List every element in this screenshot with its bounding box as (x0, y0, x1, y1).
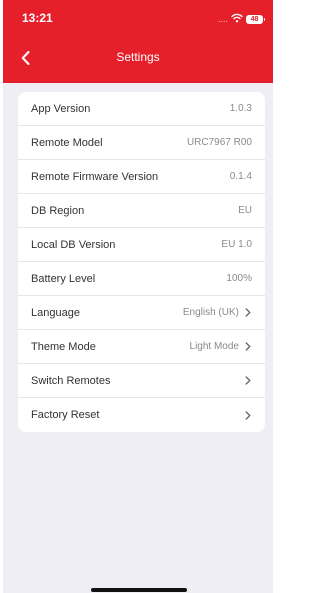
signal-icon: .... (217, 14, 228, 24)
row-value: 100% (226, 273, 252, 284)
settings-row-remote-model: Remote Model URC7967 R00 (18, 126, 265, 160)
chevron-right-icon (244, 342, 252, 352)
row-value: URC7967 R00 (186, 137, 252, 148)
home-indicator (91, 588, 187, 592)
row-label: Battery Level (31, 272, 96, 285)
status-icons: .... 48 (217, 10, 265, 28)
settings-row-app-version: App Version 1.0.3 (18, 92, 265, 126)
settings-row-battery-level: Battery Level 100% (18, 262, 265, 296)
chevron-right-icon (244, 410, 252, 420)
row-label: Local DB Version (31, 238, 116, 251)
row-value: 1.0.3 (229, 103, 252, 114)
settings-row-remote-firmware-version: Remote Firmware Version 0.1.4 (18, 160, 265, 194)
row-value: Light Mode (189, 341, 239, 352)
row-label: Theme Mode (31, 340, 96, 353)
chevron-right-icon (244, 308, 252, 318)
battery-icon: 48 (246, 14, 265, 24)
row-label: Switch Remotes (31, 374, 111, 387)
row-label: DB Region (31, 204, 85, 217)
row-label: Remote Model (31, 136, 103, 149)
row-value: EU (238, 205, 252, 216)
page-title: Settings (116, 50, 160, 64)
row-value: English (UK) (182, 307, 239, 318)
chevron-right-icon (244, 376, 252, 386)
row-value: 0.1.4 (229, 171, 252, 182)
settings-row-db-region: DB Region EU (18, 194, 265, 228)
row-label: Factory Reset (31, 409, 100, 421)
settings-row-local-db-version: Local DB Version EU 1.0 (18, 228, 265, 262)
settings-row-language[interactable]: Language English (UK) (18, 296, 265, 330)
status-time: 13:21 (22, 11, 53, 25)
settings-row-factory-reset[interactable]: Factory Reset (18, 398, 265, 432)
settings-list: App Version 1.0.3 Remote Model URC7967 R… (18, 92, 265, 432)
settings-row-switch-remotes[interactable]: Switch Remotes (18, 364, 265, 398)
top-bar: 13:21 .... 48 Settings (3, 0, 273, 83)
row-label: Language (31, 306, 80, 319)
row-label: App Version (31, 102, 91, 115)
settings-row-theme-mode[interactable]: Theme Mode Light Mode (18, 330, 265, 364)
wifi-icon (231, 10, 243, 28)
settings-screen: 13:21 .... 48 Settings App Version 1.0.3 (3, 0, 273, 593)
row-label: Remote Firmware Version (31, 170, 159, 183)
row-value: EU 1.0 (221, 239, 252, 250)
